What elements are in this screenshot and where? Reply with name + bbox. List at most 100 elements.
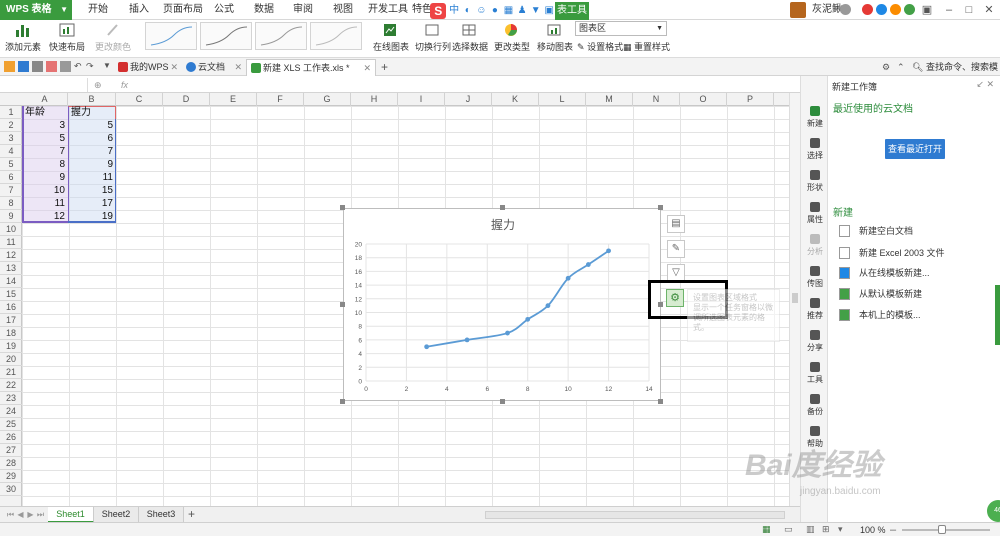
age-cell[interactable]: 5 (22, 132, 68, 145)
fx-icon[interactable]: fx (121, 77, 128, 93)
column-header-cell[interactable]: I (398, 93, 445, 106)
resize-handle-bl[interactable] (340, 399, 345, 404)
menu-insert[interactable]: 插入 (129, 0, 149, 20)
row-header-cell[interactable]: 9 (0, 210, 22, 223)
data-point[interactable] (565, 275, 571, 281)
column-header-cell[interactable]: M (586, 93, 633, 106)
zoom-out-icon[interactable]: – (890, 523, 896, 536)
skin-icon[interactable] (890, 4, 901, 15)
chart-style-3[interactable] (255, 22, 307, 50)
data-point[interactable] (505, 330, 510, 336)
chart-title[interactable]: 握力 (491, 217, 515, 232)
sheet-tab-1[interactable]: Sheet1 (48, 507, 94, 523)
row-header-cell[interactable]: 28 (0, 457, 22, 470)
row-header-cell[interactable]: 30 (0, 483, 22, 496)
row-header-cell[interactable]: 10 (0, 223, 22, 236)
grip-cell[interactable]: 19 (68, 210, 116, 223)
customize-caret-icon[interactable]: ▼ (103, 61, 114, 72)
row-header-cell[interactable]: 29 (0, 470, 22, 483)
age-cell[interactable]: 11 (22, 197, 68, 210)
age-cell[interactable]: 12 (22, 210, 68, 223)
close-pane-icon[interactable]: ✕ (986, 79, 994, 89)
page-view-icon[interactable]: ▭ (784, 524, 793, 535)
add-sheet-icon[interactable]: + (188, 507, 195, 522)
row-header-cell[interactable]: 4 (0, 145, 22, 158)
select-data-button[interactable]: 选择数据 (452, 20, 488, 58)
help-icon[interactable] (904, 4, 915, 15)
side-tool-properties[interactable]: 属性 (801, 198, 829, 228)
keyboard-icon[interactable]: ▦ (503, 5, 515, 17)
quick-layout-button[interactable]: 快速布局 (47, 20, 87, 58)
new-tab-icon[interactable]: + (381, 58, 388, 76)
header-cell-age[interactable]: 年龄 (22, 106, 68, 119)
side-tool-new[interactable]: 新建 (801, 102, 829, 132)
side-tool-tools[interactable]: 工具 (801, 358, 829, 388)
row-header-cell[interactable]: 27 (0, 444, 22, 457)
age-cell[interactable]: 3 (22, 119, 68, 132)
grid-icon[interactable]: ▣ (543, 5, 555, 17)
resize-handle-tr[interactable] (658, 205, 663, 210)
page-break-view-icon[interactable]: ▥ (806, 524, 815, 535)
column-header-cell[interactable]: P (727, 93, 774, 106)
toolbar-settings-icon[interactable]: ⚙ (882, 58, 890, 76)
add-element-button[interactable]: 添加元素 (3, 20, 43, 58)
row-header-cell[interactable]: 8 (0, 197, 22, 210)
row-header-cell[interactable]: 15 (0, 288, 22, 301)
row-header-cell[interactable]: 2 (0, 119, 22, 132)
column-header-cell[interactable]: E (210, 93, 257, 106)
column-header-cell[interactable]: N (633, 93, 680, 106)
column-header-cell[interactable]: D (163, 93, 210, 106)
grip-cell[interactable]: 11 (68, 171, 116, 184)
scroll-thumb[interactable] (792, 293, 798, 303)
moon-icon[interactable]: ◐ (462, 5, 474, 17)
row-header-cell[interactable]: 26 (0, 431, 22, 444)
grip-cell[interactable]: 17 (68, 197, 116, 210)
row-header-cell[interactable]: 1 (0, 106, 22, 119)
row-header-cell[interactable]: 3 (0, 132, 22, 145)
mic-icon[interactable]: ● (489, 5, 501, 17)
first-sheet-icon[interactable]: ⏮ (6, 509, 15, 520)
save-icon[interactable] (18, 61, 29, 72)
grip-cell[interactable]: 9 (68, 158, 116, 171)
last-sheet-icon[interactable]: ⏭ (36, 509, 45, 520)
print-icon[interactable] (60, 61, 71, 72)
side-tool-upload-image[interactable]: 传图 (801, 262, 829, 292)
tab-my-wps[interactable]: 我的WPS ✕ (114, 59, 182, 76)
avatar[interactable] (790, 2, 806, 18)
data-point[interactable] (606, 248, 611, 254)
resize-handle-tl[interactable] (340, 205, 345, 210)
maximize-window-icon[interactable]: □ (960, 0, 978, 20)
side-tool-recommend[interactable]: 推荐 (801, 294, 829, 324)
column-header-cell[interactable]: B (68, 93, 116, 106)
new-link-item[interactable]: 新建 Excel 2003 文件 (839, 246, 945, 260)
row-header-cell[interactable]: 24 (0, 405, 22, 418)
reset-style-button[interactable]: ▦ 重置样式 (623, 40, 670, 54)
row-header-cell[interactable]: 20 (0, 353, 22, 366)
sheet-tab-3[interactable]: Sheet3 (139, 507, 184, 523)
row-header-cell[interactable]: 14 (0, 275, 22, 288)
next-sheet-icon[interactable]: ▶ (26, 509, 35, 520)
column-header-cell[interactable]: C (116, 93, 163, 106)
tab-current-workbook[interactable]: 新建 XLS 工作表.xls * ✕ (246, 59, 376, 76)
header-cell-grip[interactable]: 握力 (68, 106, 116, 119)
pane-expand-tab[interactable] (995, 285, 1000, 345)
line-chart[interactable]: 握力 0 2 4 6 8 10 12 14 16 18 20 0 2 4 6 8 10 12 14 (344, 209, 662, 402)
zoom-formula-icon[interactable]: ⊕ (94, 77, 102, 93)
zoom-slider-knob[interactable] (938, 525, 946, 534)
menu-developer[interactable]: 开发工具 (368, 0, 408, 20)
new-link-item[interactable]: 本机上的模板... (839, 308, 921, 322)
row-header-cell[interactable]: 7 (0, 184, 22, 197)
column-header-cell[interactable]: L (539, 93, 586, 106)
row-header-cell[interactable]: 21 (0, 366, 22, 379)
move-chart-button[interactable]: 移动图表 (537, 20, 573, 58)
menu-review[interactable]: 审阅 (293, 0, 313, 20)
grip-cell[interactable]: 6 (68, 132, 116, 145)
minimize-window-icon[interactable]: – (940, 0, 958, 20)
data-point[interactable] (525, 316, 531, 322)
row-header-cell[interactable]: 25 (0, 418, 22, 431)
chart-style-4[interactable] (310, 22, 362, 50)
data-point[interactable] (545, 303, 551, 309)
side-tool-analyze[interactable]: 分析 (801, 230, 829, 260)
chart-format-button[interactable]: ⚙ (666, 289, 684, 307)
close-tab-icon[interactable]: ✕ (170, 59, 178, 75)
